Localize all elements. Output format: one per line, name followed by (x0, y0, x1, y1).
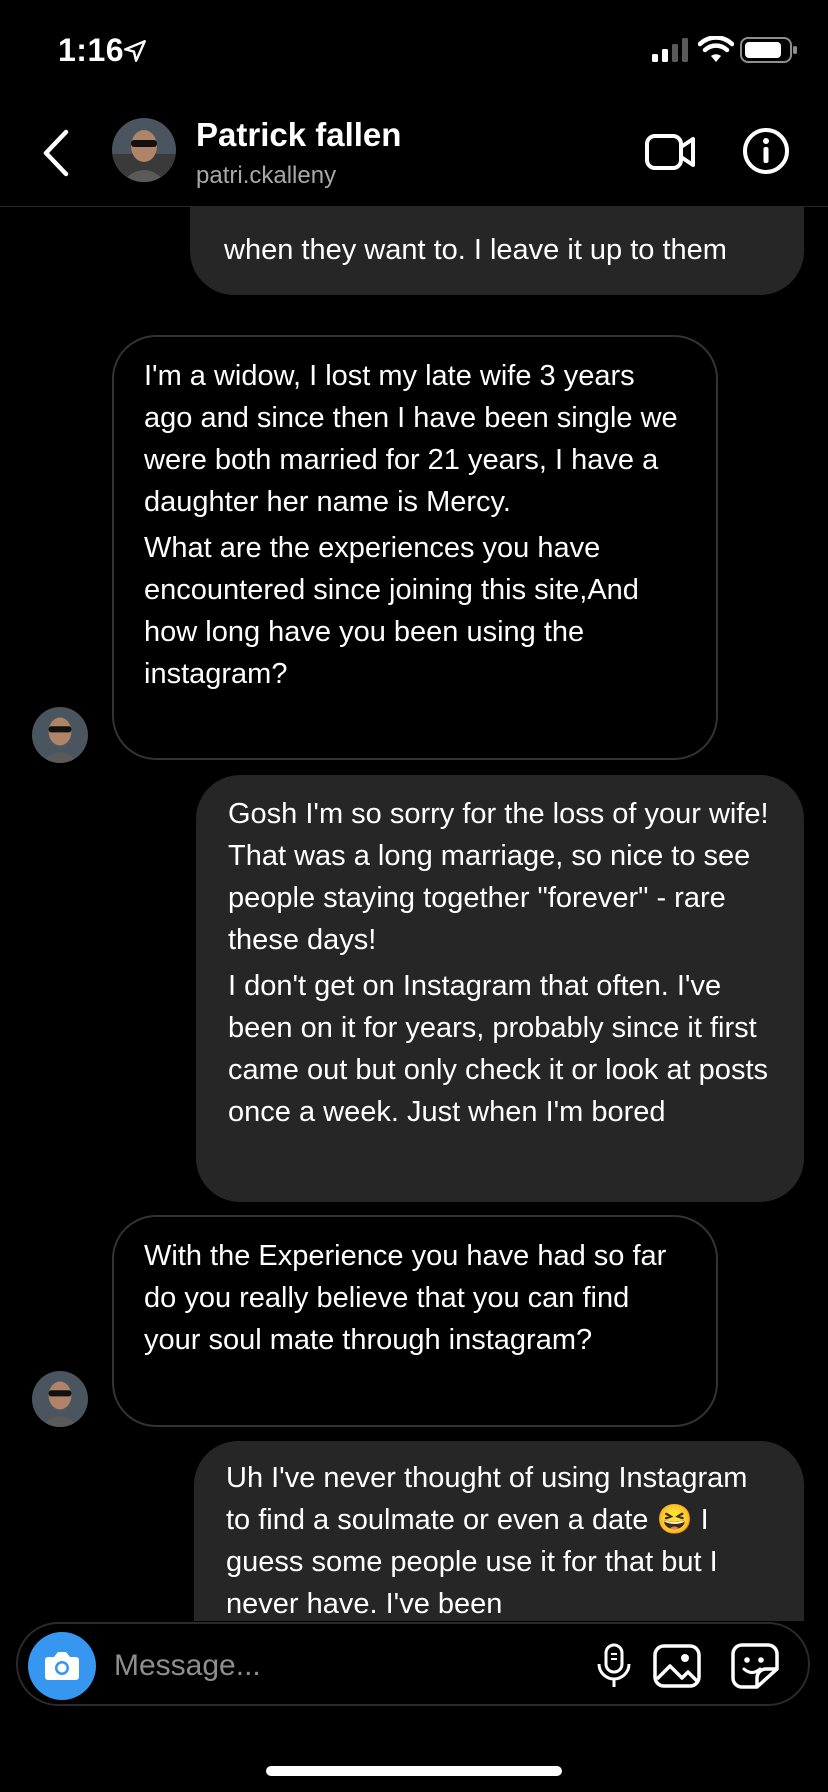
message-bubble-sent[interactable]: Gosh I'm so sorry for the loss of your w… (196, 775, 804, 1202)
wifi-icon (698, 36, 734, 62)
status-bar: 1:16 (0, 0, 828, 100)
avatar[interactable] (32, 1371, 88, 1427)
microphone-icon[interactable] (594, 1642, 634, 1690)
profile-photo (32, 1371, 88, 1427)
message-bubble-received[interactable]: I'm a widow, I lost my late wife 3 years… (112, 335, 718, 760)
profile-photo (112, 118, 176, 182)
message-text: when they want to. I leave it up to them (224, 234, 727, 266)
chevron-left-icon[interactable] (38, 128, 74, 178)
camera-button[interactable] (28, 1632, 96, 1700)
sticker-icon[interactable] (730, 1642, 780, 1690)
message-composer (16, 1622, 810, 1706)
message-text: With the Experience you have had so far … (144, 1240, 667, 1356)
message-text: I'm a widow, I lost my late wife 3 years… (144, 360, 678, 518)
camera-icon (45, 1652, 79, 1680)
avatar[interactable] (32, 707, 88, 763)
message-text: Uh I've never thought of using Instagram… (226, 1462, 748, 1620)
location-arrow-icon (124, 40, 146, 62)
video-camera-icon[interactable] (644, 130, 696, 174)
message-bubble-sent[interactable]: when they want to. I leave it up to them (190, 207, 804, 295)
contact-name[interactable]: Patrick fallen (196, 116, 401, 154)
message-bubble-received[interactable]: With the Experience you have had so far … (112, 1215, 718, 1427)
contact-username[interactable]: patri.ckalleny (196, 162, 336, 190)
message-text: I don't get on Instagram that often. I'v… (228, 970, 768, 1128)
home-indicator[interactable] (266, 1766, 562, 1776)
message-text: What are the experiences you have encoun… (144, 532, 639, 690)
gallery-icon[interactable] (652, 1642, 702, 1690)
message-thread[interactable]: when they want to. I leave it up to them… (0, 207, 828, 1621)
message-input[interactable] (112, 1640, 566, 1692)
message-bubble-sent[interactable]: Uh I've never thought of using Instagram… (194, 1441, 804, 1621)
avatar[interactable] (112, 118, 176, 182)
message-text: Gosh I'm so sorry for the loss of your w… (228, 798, 769, 956)
battery-icon (740, 37, 797, 63)
status-time: 1:16 (58, 32, 125, 68)
chat-header: Patrick fallen patri.ckalleny (0, 100, 828, 207)
profile-photo (32, 707, 88, 763)
cellular-signal-icon (652, 38, 688, 62)
info-icon[interactable] (741, 126, 791, 176)
